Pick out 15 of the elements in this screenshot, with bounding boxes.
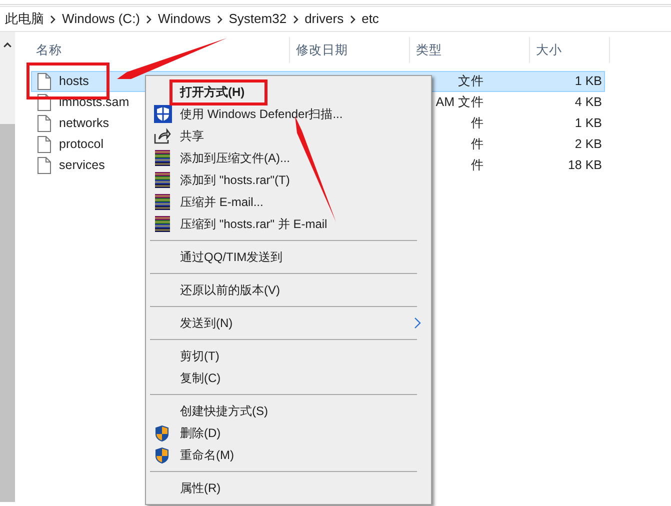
- file-name: lmhosts.sam: [59, 94, 130, 112]
- file-name: networks: [59, 115, 110, 132]
- file-type: 件: [471, 115, 484, 132]
- file-type: 件: [471, 157, 484, 174]
- file-type: 件: [471, 136, 484, 154]
- file-name: protocol: [59, 136, 104, 154]
- file-name: hosts: [59, 73, 89, 90]
- file-size: 18 KB: [568, 157, 602, 174]
- file-size: 4 KB: [574, 94, 602, 112]
- file-size: 2 KB: [574, 136, 602, 154]
- file-size: 1 KB: [574, 115, 602, 132]
- file-name: services: [59, 157, 105, 174]
- file-type: AM 文件: [436, 94, 484, 112]
- file-size: 1 KB: [574, 73, 602, 90]
- file-type: 文件: [458, 73, 484, 90]
